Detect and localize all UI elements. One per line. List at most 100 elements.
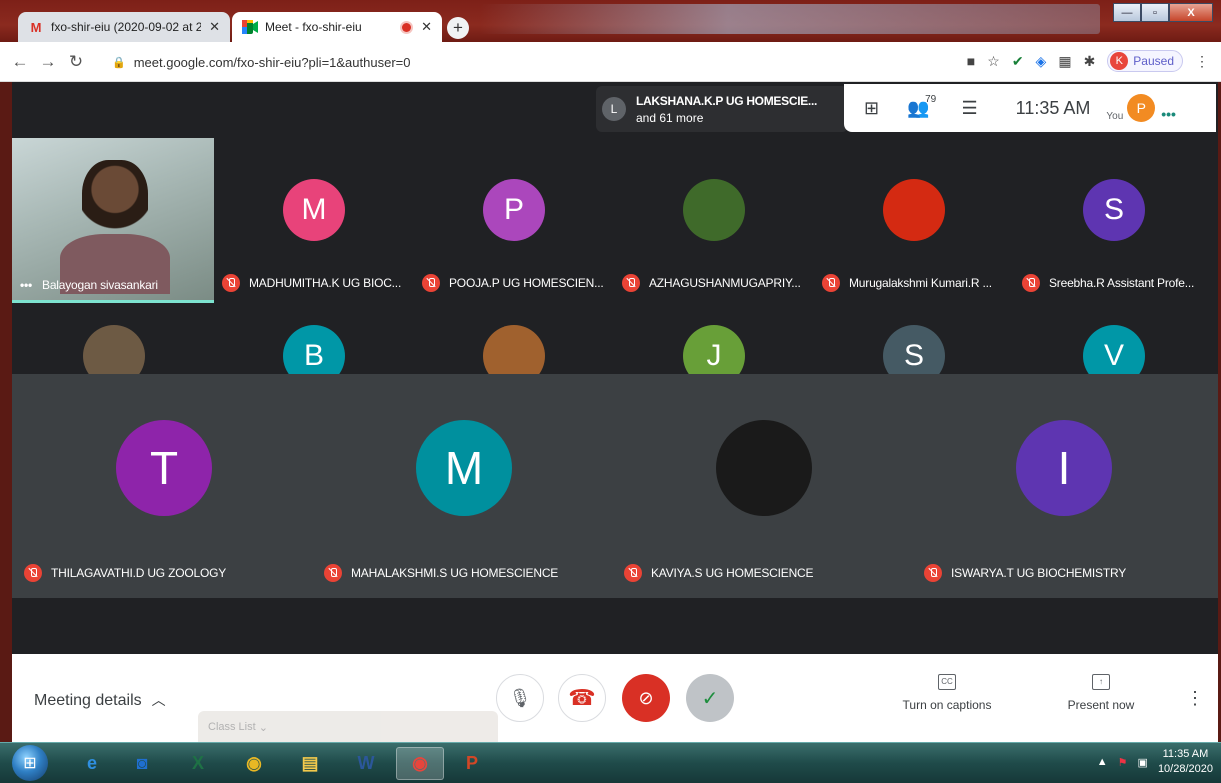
- leave-call-button[interactable]: ☎: [558, 674, 606, 722]
- camera-off-icon: ⊘: [638, 687, 654, 708]
- system-date: 10/28/2020: [1157, 763, 1213, 775]
- participant-name: KAVIYA.S UG HOMESCIENCE: [651, 566, 814, 580]
- close-tab-icon[interactable]: ✕: [209, 19, 220, 35]
- titlebar-background: [480, 4, 1100, 34]
- chrome-taskbar-button[interactable]: ◉: [230, 747, 278, 780]
- present-label: Present now: [1067, 698, 1135, 712]
- internet-explorer-icon: e: [86, 753, 97, 773]
- participant-count: 79: [925, 93, 937, 105]
- start-button[interactable]: ⊞: [12, 745, 48, 781]
- participant-tile[interactable]: KAVIYA.S UG HOMESCIENCE: [616, 378, 912, 594]
- maximize-button[interactable]: ▫: [1141, 3, 1169, 22]
- participant-tile[interactable]: T THILAGAVATHI.D UG ZOOLOGY: [16, 378, 312, 594]
- excel-taskbar-button[interactable]: X: [174, 747, 222, 780]
- present-button[interactable]: ↑ Present now: [1056, 674, 1146, 712]
- participants-button[interactable]: 👥 79: [907, 94, 936, 119]
- extension-icon[interactable]: ◈: [1036, 53, 1047, 70]
- class-list-label: Class List: [208, 721, 256, 733]
- window-controls: — ▫ X: [1113, 3, 1213, 22]
- network-icon[interactable]: ▣: [1138, 756, 1148, 769]
- participant-tile[interactable]: Murugalakshmi Kumari.R ...: [814, 138, 1014, 300]
- avatar: T: [116, 420, 212, 516]
- bookmark-star-icon[interactable]: ☆: [987, 53, 1000, 70]
- word-taskbar-button[interactable]: W: [342, 747, 390, 780]
- self-video-tile[interactable]: ••• Balayogan sivasankari: [12, 138, 214, 303]
- tile-label: KAVIYA.S UG HOMESCIENCE: [624, 564, 814, 582]
- powerpoint-icon: P: [465, 753, 478, 773]
- browser-menu-icon[interactable]: ⋮: [1195, 53, 1209, 70]
- participant-tile[interactable]: I ISWARYA.T UG BIOCHEMISTRY: [916, 378, 1212, 594]
- microphone-icon: 🎙: [508, 687, 532, 708]
- action-center-icon[interactable]: ⚑: [1118, 756, 1128, 769]
- participant-tile[interactable]: M MADHUMITHA.K UG BIOC...: [214, 138, 414, 300]
- avatar: M: [283, 179, 345, 241]
- you-label: You: [1106, 110, 1124, 122]
- back-icon[interactable]: ←: [6, 52, 34, 72]
- tab-title: Meet - fxo-shir-eiu: [265, 20, 362, 34]
- self-options-icon[interactable]: •••: [1161, 106, 1176, 122]
- recording-indicator-icon: [402, 22, 412, 32]
- meet-top-strip: L LAKSHANA.K.P UG HOMESCIE... and 61 mor…: [12, 82, 1218, 138]
- avatar[interactable]: P: [1127, 94, 1156, 122]
- avatar: M: [416, 420, 512, 516]
- tile-label: THILAGAVATHI.D UG ZOOLOGY: [24, 564, 226, 582]
- puzzle-icon[interactable]: ✱: [1084, 53, 1096, 70]
- grid-extension-icon[interactable]: ▦: [1058, 53, 1071, 70]
- participant-row-large: T THILAGAVATHI.D UG ZOOLOGY M MAHALAKSHMI.S…: [12, 374, 1218, 598]
- outlook-icon: ◙: [136, 753, 148, 773]
- meet-icon: [242, 19, 258, 35]
- address-bar: ← → ↻ 🔒 meet.google.com/fxo-shir-eiu?pli…: [0, 42, 1221, 82]
- close-tab-icon[interactable]: ✕: [421, 19, 432, 35]
- url-text: meet.google.com/fxo-shir-eiu?pli=1&authu…: [133, 54, 411, 70]
- attendance-extension-button[interactable]: ✓: [686, 674, 734, 722]
- chevron-up-icon: ︿: [151, 692, 166, 708]
- ie-taskbar-button[interactable]: e: [68, 747, 116, 780]
- camera-icon[interactable]: ■: [967, 53, 975, 69]
- camera-toggle-button[interactable]: ⊘: [622, 674, 670, 722]
- layout-grid-icon[interactable]: ⊞: [864, 98, 879, 119]
- outlook-taskbar-button[interactable]: ◙: [118, 747, 166, 780]
- participant-tile[interactable]: P POOJA.P UG HOMESCIEN...: [414, 138, 614, 300]
- minimize-button[interactable]: —: [1113, 3, 1141, 22]
- chrome-active-taskbar-button[interactable]: ◉: [396, 747, 444, 780]
- tab-meet[interactable]: Meet - fxo-shir-eiu ✕: [232, 12, 442, 42]
- microphone-button[interactable]: 🎙: [496, 674, 544, 722]
- word-icon: W: [357, 753, 375, 773]
- reload-icon[interactable]: ↻: [62, 52, 90, 72]
- avatar: S: [1083, 179, 1145, 241]
- video-feed: [82, 160, 148, 244]
- forward-icon[interactable]: →: [34, 52, 62, 72]
- participant-name: THILAGAVATHI.D UG ZOOLOGY: [51, 566, 227, 580]
- tab-title: fxo-shir-eiu (2020-09-02 at 21:49: [51, 20, 201, 34]
- url-field[interactable]: 🔒 meet.google.com/fxo-shir-eiu?pli=1&aut…: [112, 50, 932, 74]
- participant-tile[interactable]: M MAHALAKSHMI.S UG HOMESCIENCE: [316, 378, 612, 594]
- show-hidden-icons-icon[interactable]: ▲: [1097, 756, 1108, 768]
- chrome-icon: ◉: [246, 753, 262, 773]
- presenter-more: and 61 more: [636, 110, 704, 125]
- more-options-icon[interactable]: ⋮: [1186, 688, 1204, 709]
- meeting-info-bar: ⊞ 👥 79 ☰ 11:35 AM You P •••: [844, 84, 1216, 132]
- presenter-chip[interactable]: L LAKSHANA.K.P UG HOMESCIE... and 61 mor…: [596, 86, 848, 132]
- system-clock[interactable]: 11:35 AM 10/28/2020: [1158, 747, 1213, 777]
- check-extension-icon[interactable]: ✔: [1012, 53, 1024, 70]
- chat-icon[interactable]: ☰: [962, 98, 978, 119]
- captions-button[interactable]: CC Turn on captions: [892, 674, 1002, 712]
- participant-name: MAHALAKSHMI.S UG HOMESCIENCE: [351, 566, 559, 580]
- profile-button[interactable]: K Paused: [1107, 50, 1183, 72]
- lock-icon: 🔒: [112, 56, 126, 69]
- close-window-button[interactable]: X: [1169, 3, 1213, 22]
- tab-gmail[interactable]: M fxo-shir-eiu (2020-09-02 at 21:49 ✕: [18, 12, 230, 42]
- meeting-clock: 11:35 AM: [1015, 97, 1091, 118]
- excel-icon: X: [191, 753, 204, 773]
- mic-muted-icon: [924, 564, 942, 582]
- new-tab-button[interactable]: +: [447, 17, 469, 39]
- meeting-details-button[interactable]: Meeting details ︿: [34, 690, 166, 710]
- profile-status: Paused: [1133, 54, 1174, 68]
- explorer-taskbar-button[interactable]: ▤: [286, 747, 334, 780]
- avatar: I: [1016, 420, 1112, 516]
- powerpoint-taskbar-button[interactable]: P: [448, 747, 496, 780]
- participant-tile[interactable]: AZHAGUSHANMUGAPRIY...: [614, 138, 814, 300]
- participant-tile[interactable]: S Sreebha.R Assistant Profe...: [1014, 138, 1214, 300]
- class-list-extension[interactable]: Class List ⌄: [198, 711, 498, 743]
- windows-logo-icon: ⊞: [23, 755, 37, 772]
